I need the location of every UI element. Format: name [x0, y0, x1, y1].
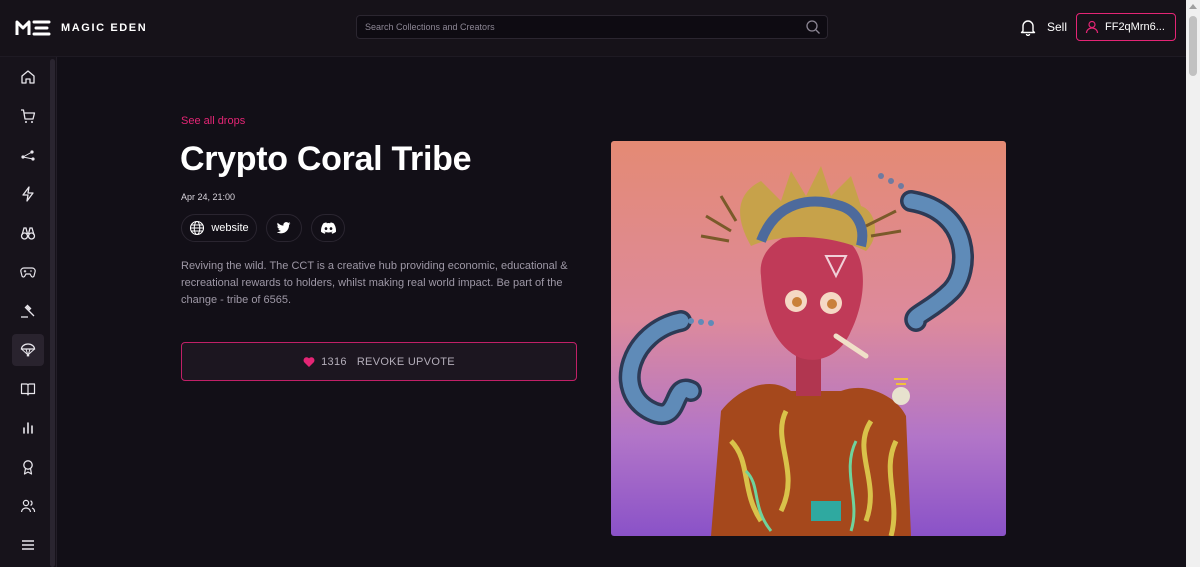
page-scrollbar[interactable] [1186, 0, 1200, 567]
magic-eden-logo[interactable]: MAGIC EDEN [15, 18, 147, 38]
website-label: website [211, 222, 249, 234]
user-icon [1085, 20, 1099, 34]
website-button[interactable]: website [181, 214, 257, 242]
sidebar-item-marketplace[interactable] [12, 100, 44, 132]
bell-icon[interactable] [1019, 18, 1037, 36]
wallet-button[interactable]: FF2qMrn6... [1076, 13, 1176, 41]
logo-text: MAGIC EDEN [61, 22, 148, 34]
sidebar-item-games[interactable] [12, 256, 44, 288]
sidebar-item-more[interactable] [12, 529, 44, 561]
collection-artwork [611, 141, 1006, 536]
home-icon [21, 70, 35, 84]
top-header: MAGIC EDEN Search Collections and Creato… [0, 0, 1186, 57]
twitter-icon [277, 222, 291, 234]
binoculars-icon [20, 227, 36, 240]
sidebar-item-home[interactable] [12, 61, 44, 93]
drop-date: Apr 24, 21:00 [181, 192, 236, 202]
sidebar-item-explore[interactable] [12, 217, 44, 249]
logo-mark-icon [15, 20, 51, 36]
upvote-label: REVOKE UPVOTE [356, 355, 455, 368]
search-placeholder: Search Collections and Creators [365, 22, 495, 32]
lightning-icon [22, 186, 34, 202]
upvote-count: 1316 [321, 355, 347, 368]
artwork-image [611, 141, 1006, 536]
gamepad-icon [20, 267, 36, 278]
search-icon[interactable] [805, 19, 821, 35]
bar-chart-icon [23, 422, 33, 434]
sidebar-item-activity[interactable] [12, 178, 44, 210]
search-input[interactable]: Search Collections and Creators [356, 15, 828, 39]
scroll-up-arrow-icon[interactable] [1189, 4, 1197, 9]
users-icon [20, 499, 36, 513]
see-all-drops-link[interactable]: See all drops [181, 115, 245, 127]
menu-icon [22, 540, 34, 550]
sidebar-item-drops[interactable] [12, 334, 44, 366]
wallet-address: FF2qMrn6... [1105, 21, 1165, 33]
parachute-icon [20, 343, 36, 357]
sell-link[interactable]: Sell [1047, 20, 1067, 34]
globe-icon [190, 220, 205, 236]
twitter-button[interactable] [266, 214, 302, 242]
award-icon [23, 460, 33, 475]
sidebar-scrollbar[interactable] [50, 59, 55, 567]
sidebar-item-community[interactable] [12, 490, 44, 522]
gavel-icon [21, 304, 35, 318]
sidebar-item-auctions[interactable] [12, 295, 44, 327]
sidebar-item-learn[interactable] [12, 373, 44, 405]
sidebar-nav [0, 57, 57, 567]
sidebar-item-rewards[interactable] [12, 451, 44, 483]
discord-icon [320, 222, 336, 234]
sidebar-item-stats[interactable] [12, 412, 44, 444]
sidebar-item-collections[interactable] [12, 139, 44, 171]
revoke-upvote-button[interactable]: 1316 REVOKE UPVOTE [181, 342, 577, 381]
cart-icon [21, 109, 36, 123]
page-title: Crypto Coral Tribe [180, 140, 472, 178]
scrollbar-thumb[interactable] [1189, 16, 1197, 76]
heart-icon [303, 356, 315, 367]
collection-description: Reviving the wild. The CCT is a creative… [181, 260, 568, 306]
discord-button[interactable] [311, 214, 345, 242]
share-nodes-icon [21, 150, 35, 161]
book-icon [20, 383, 36, 396]
